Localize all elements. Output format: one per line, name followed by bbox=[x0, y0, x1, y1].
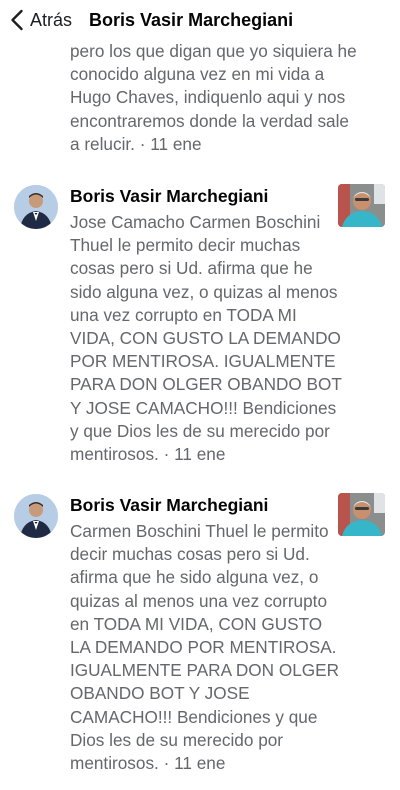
separator: · bbox=[134, 133, 151, 154]
comment-timestamp[interactable]: 11 ene bbox=[174, 444, 225, 464]
comment-text: Carmen Boschini Thuel le permito decir m… bbox=[70, 520, 345, 775]
back-button[interactable]: Atrás bbox=[0, 0, 72, 40]
comment-text: Jose Camacho Carmen Boschini Thuel le pe… bbox=[70, 211, 345, 466]
separator: · bbox=[158, 753, 175, 774]
comment-body: Carmen Boschini Thuel le permito decir m… bbox=[70, 521, 340, 774]
comment-body: Jose Camacho Carmen Boschini Thuel le pe… bbox=[70, 212, 342, 465]
comment-photo-thumbnail[interactable] bbox=[338, 184, 385, 227]
separator: · bbox=[158, 444, 175, 465]
comment-author[interactable]: Boris Vasir Marchegiani bbox=[70, 495, 268, 516]
avatar[interactable] bbox=[14, 185, 58, 229]
chevron-left-icon bbox=[11, 9, 23, 31]
avatar[interactable] bbox=[14, 494, 58, 538]
comment-author[interactable]: Boris Vasir Marchegiani bbox=[70, 186, 268, 207]
comment-timestamp[interactable]: 11 ene bbox=[150, 134, 201, 154]
comment-timestamp[interactable]: 11 ene bbox=[174, 753, 225, 773]
comment-photo-thumbnail[interactable] bbox=[338, 493, 385, 536]
comment-body: pero los que digan que yo siquiera he co… bbox=[70, 41, 357, 154]
back-label: Atrás bbox=[30, 9, 73, 30]
comment-text-partial: pero los que digan que yo siquiera he co… bbox=[70, 40, 360, 156]
top-navigation-bar: Atrás Boris Vasir Marchegiani bbox=[0, 0, 400, 40]
page-title: Boris Vasir Marchegiani bbox=[89, 9, 294, 30]
